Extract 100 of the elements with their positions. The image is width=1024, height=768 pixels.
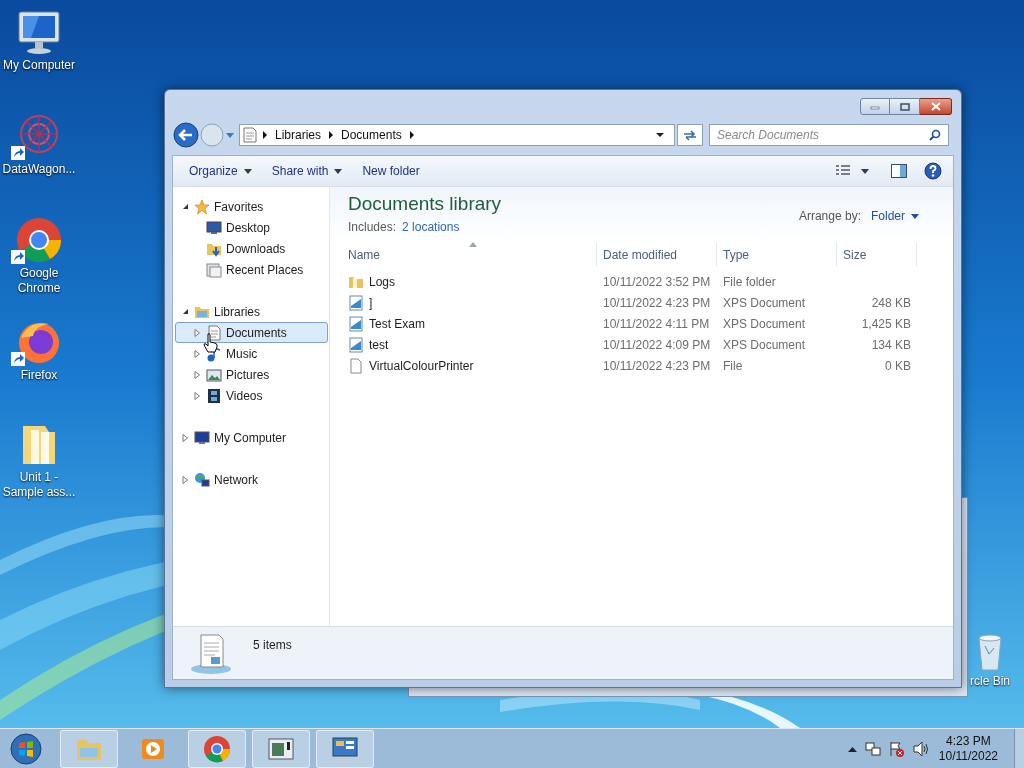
refresh-button[interactable]: [677, 124, 703, 146]
nav-tree-item[interactable]: Videos: [175, 385, 328, 406]
desktop-icon-label[interactable]: Unit 1 - Sample ass...: [0, 470, 78, 500]
table-cell: File: [723, 358, 743, 373]
search-field[interactable]: Search Documents: [709, 124, 949, 146]
show-desktop-button[interactable]: [1014, 728, 1024, 768]
trash-can-icon: [975, 632, 1005, 672]
nav-tree-item[interactable]: Desktop: [175, 217, 328, 238]
chrome-icon: [15, 216, 63, 264]
locations-link[interactable]: 2 locations: [402, 218, 460, 236]
includes-label: Includes:: [348, 219, 397, 236]
table-cell: XPS Document: [723, 295, 806, 310]
table-cell: XPS Document: [723, 316, 806, 331]
caret-icon: [861, 168, 869, 174]
dropdown-caret-icon[interactable]: [655, 132, 665, 138]
table-cell: 248 KB: [871, 295, 911, 310]
library-document-icon: [189, 631, 233, 675]
caret-icon: [911, 213, 919, 219]
toolbar-button[interactable]: Organize: [179, 159, 262, 183]
expanded-arrow-icon[interactable]: [182, 308, 189, 315]
expanded-arrow-icon[interactable]: [182, 203, 189, 210]
desktop-icon-label[interactable]: Google Chrome: [0, 266, 78, 296]
history-caret-icon[interactable]: [225, 130, 235, 140]
item-count: 5 items: [253, 637, 292, 654]
table-cell: 1,425 KB: [861, 316, 911, 331]
xps-document-icon: [348, 336, 364, 353]
network-icon[interactable]: [864, 740, 881, 757]
xps-document-icon: [348, 315, 364, 332]
taskbar-button[interactable]: [252, 729, 310, 768]
column-header[interactable]: Date modified: [597, 243, 717, 266]
minimize-icon: [870, 103, 880, 110]
nav-tree-item[interactable]: Libraries: [175, 301, 328, 322]
taskbar-button[interactable]: [316, 729, 374, 768]
nav-tree-item[interactable]: Network: [175, 469, 328, 490]
windows-orb-icon: [9, 731, 43, 766]
blank-file-icon: [348, 357, 364, 374]
close-icon: [930, 102, 941, 111]
address-bar[interactable]: Libraries Documents: [239, 124, 675, 146]
breadcrumb-item[interactable]: Libraries: [275, 126, 322, 144]
arrange-label: Arrange by:: [798, 208, 861, 225]
chrome-icon: [202, 733, 232, 764]
minimize-button[interactable]: [860, 98, 890, 115]
help-icon: [924, 162, 942, 180]
document-icon: [243, 127, 257, 143]
show-hidden-icons-icon[interactable]: [847, 745, 857, 752]
file-name-cell[interactable]: Logs: [342, 272, 597, 291]
star-icon: [194, 198, 210, 215]
nav-tree-item[interactable]: Music: [175, 343, 328, 364]
maximize-button[interactable]: [890, 98, 920, 115]
recent-places-icon: [206, 261, 222, 278]
table-cell: 0 KB: [885, 358, 911, 373]
desktop-icon-label[interactable]: DataWagon...: [0, 162, 78, 177]
breadcrumb-item[interactable]: Documents: [341, 126, 402, 144]
toolbar-button[interactable]: Share with: [261, 159, 353, 183]
table-cell: 10/11/2022 3:52 PM: [603, 274, 711, 289]
monitor-icon: [206, 219, 222, 236]
preview-pane-icon: [891, 164, 907, 178]
file-name-cell[interactable]: test: [342, 335, 597, 354]
arrange-dropdown[interactable]: Folder: [871, 207, 919, 225]
sort-arrow-icon: [469, 242, 477, 247]
picture-frame-icon: [206, 366, 222, 383]
nav-tree-item[interactable]: Recent Places: [175, 259, 328, 280]
column-header[interactable]: Size: [837, 243, 917, 266]
close-button[interactable]: [920, 98, 952, 115]
collapsed-arrow-icon[interactable]: [194, 370, 201, 379]
column-header[interactable]: Type: [717, 243, 837, 266]
collapsed-arrow-icon[interactable]: [182, 475, 189, 484]
breadcrumb-arrow-icon: [328, 131, 335, 139]
library-title: Documents library: [348, 193, 502, 215]
monitor-icon: [194, 429, 210, 446]
clock-time[interactable]: 4:23 PM: [946, 733, 991, 749]
clock-date[interactable]: 10/11/2022: [938, 748, 998, 764]
table-cell: 10/11/2022 4:11 PM: [603, 316, 710, 331]
nav-tree-item[interactable]: Documents: [175, 322, 328, 343]
file-name-cell[interactable]: ]: [342, 293, 597, 312]
desktop-icon-label[interactable]: Firefox: [0, 368, 78, 383]
nav-tree-item[interactable]: Downloads: [175, 238, 328, 259]
nav-tree-item[interactable]: Favorites: [175, 196, 328, 217]
film-strip-icon: [206, 387, 222, 404]
file-name-cell[interactable]: VirtualColourPrinter: [342, 356, 597, 375]
flag-warning-icon[interactable]: [888, 740, 905, 757]
breadcrumb-arrow-icon: [408, 131, 415, 139]
collapsed-arrow-icon[interactable]: [194, 391, 201, 400]
column-header[interactable]: Name: [342, 243, 597, 266]
file-name-cell[interactable]: Test Exam: [342, 314, 597, 333]
breadcrumb-arrow-icon: [262, 131, 268, 139]
table-cell: File folder: [723, 274, 776, 289]
speaker-icon[interactable]: [912, 740, 929, 757]
back-button-icon[interactable]: [173, 122, 199, 148]
desktop-icon-label[interactable]: My Computer: [0, 58, 78, 73]
collapsed-arrow-icon[interactable]: [194, 328, 201, 337]
toolbar-button[interactable]: New folder: [352, 159, 430, 183]
nav-tree-item[interactable]: Pictures: [175, 364, 328, 385]
collapsed-arrow-icon[interactable]: [182, 433, 189, 442]
network-globe-icon: [194, 471, 210, 488]
nav-tree-item[interactable]: My Computer: [175, 427, 328, 448]
taskbar-button[interactable]: [188, 729, 246, 768]
hand-cursor-icon: [203, 333, 219, 353]
collapsed-arrow-icon[interactable]: [194, 349, 201, 358]
table-cell: 10/11/2022 4:23 PM: [603, 358, 711, 373]
